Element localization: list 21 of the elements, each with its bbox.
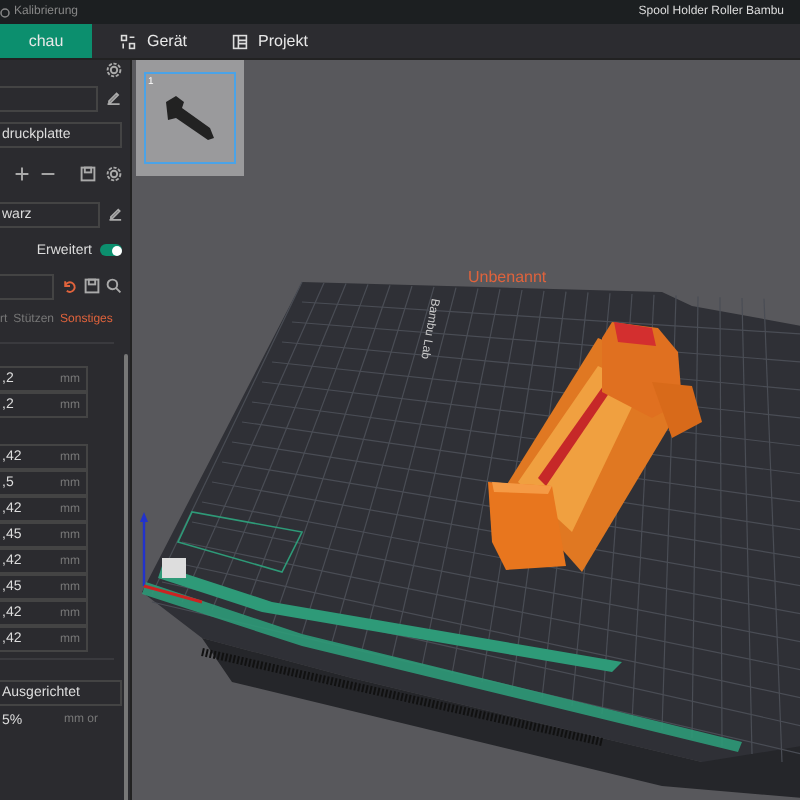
model-preview-icon	[162, 94, 218, 142]
tab[interactable]: Gerät	[92, 24, 216, 58]
settings-icon[interactable]	[106, 62, 122, 78]
device-icon	[120, 33, 137, 49]
tab[interactable]: Projekt	[216, 24, 324, 58]
scrollbar[interactable]	[124, 354, 128, 800]
advanced-toggle[interactable]	[100, 244, 122, 256]
plus-icon[interactable]	[14, 166, 30, 182]
process-field[interactable]	[0, 273, 54, 299]
printer-field[interactable]	[0, 85, 99, 111]
calibration-icon	[0, 7, 10, 17]
edit-icon[interactable]	[107, 206, 122, 222]
save-icon[interactable]	[84, 278, 100, 294]
settings-icon[interactable]	[106, 166, 122, 182]
plate-name: Unbenannt	[468, 268, 547, 286]
project-icon	[232, 33, 249, 49]
search-icon[interactable]	[106, 278, 122, 294]
undo-icon[interactable]	[62, 278, 78, 294]
axis-drawing	[140, 512, 203, 604]
save-icon[interactable]	[80, 166, 96, 182]
edit-icon[interactable]	[106, 90, 122, 106]
